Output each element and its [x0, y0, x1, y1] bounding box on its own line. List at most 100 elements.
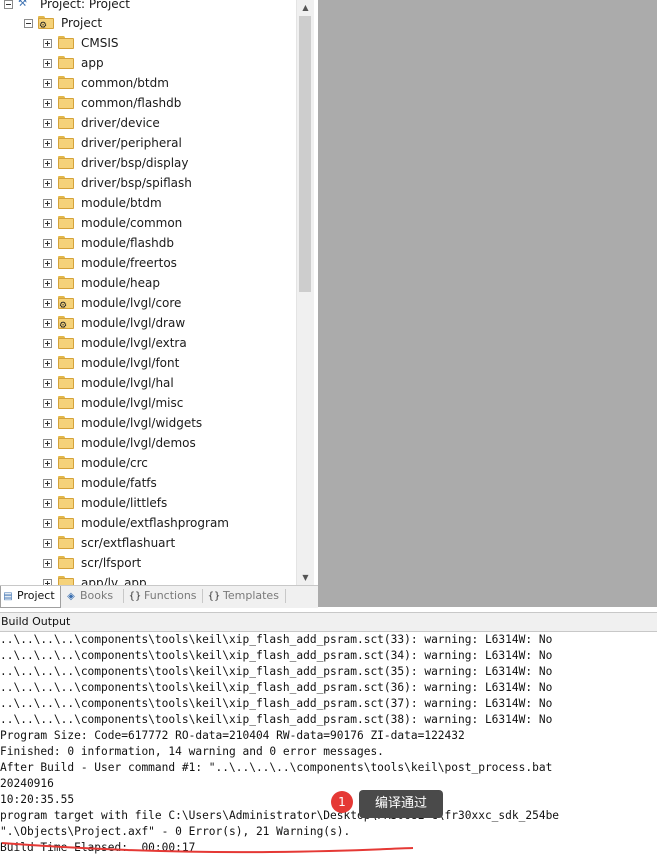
expand-plus-icon[interactable]: [43, 319, 52, 328]
tree-group-label: module/lvgl/font: [81, 356, 180, 370]
expand-plus-icon[interactable]: [43, 459, 52, 468]
tree-group-label: module/heap: [81, 276, 160, 290]
expand-plus-icon[interactable]: [43, 519, 52, 528]
build-output-line: ..\..\..\..\components\tools\keil\xip_fl…: [0, 633, 553, 646]
folder-icon: [58, 416, 74, 429]
tree-group-label: module/lvgl/widgets: [81, 416, 203, 430]
expand-plus-icon[interactable]: [43, 559, 52, 568]
tree-group-label: app: [81, 56, 104, 70]
project-tree[interactable]: ⚒ Project: Project ⚙ Project CMSIS app com…: [0, 0, 296, 585]
expand-plus-icon[interactable]: [43, 279, 52, 288]
expand-plus-icon[interactable]: [43, 499, 52, 508]
project-bottom-tabs: ▤ Project ◈ Books {} Functions {} Templates: [0, 585, 318, 608]
tree-group-label: driver/device: [81, 116, 160, 130]
folder-icon: [58, 536, 74, 549]
expand-plus-icon[interactable]: [43, 419, 52, 428]
templates-icon: {}: [207, 591, 221, 602]
folder-icon: [58, 276, 74, 289]
tree-group-label: module/freertos: [81, 256, 177, 270]
folder-icon: [58, 376, 74, 389]
folder-icon: [58, 516, 74, 529]
build-output-line: 20240916: [0, 777, 54, 790]
build-output-line: ..\..\..\..\components\tools\keil\xip_fl…: [0, 681, 553, 694]
build-output-line: 10:20:35.55: [0, 793, 75, 806]
tree-group-label: module/common: [81, 216, 183, 230]
expand-plus-icon[interactable]: [43, 39, 52, 48]
tab-templates[interactable]: {} Templates: [207, 586, 283, 606]
project-tab-icon: ▤: [3, 591, 13, 602]
tab-books-label: Books: [80, 589, 114, 602]
project-target-label: Project: [61, 16, 103, 30]
expand-plus-icon[interactable]: [43, 79, 52, 88]
expand-plus-icon[interactable]: [43, 119, 52, 128]
tab-functions-label: Functions: [144, 589, 197, 602]
red-underline-annotation: [1, 842, 414, 854]
expand-plus-icon[interactable]: [43, 539, 52, 548]
folder-icon: [58, 456, 74, 469]
tree-group-label: CMSIS: [81, 36, 119, 50]
tree-scrollbar[interactable]: ▲ ▼: [296, 0, 314, 585]
folder-icon: [58, 436, 74, 449]
expand-plus-icon[interactable]: [43, 379, 52, 388]
expand-plus-icon[interactable]: [43, 359, 52, 368]
scrollbar-thumb[interactable]: [299, 16, 311, 292]
folder-icon: [58, 156, 74, 169]
folder-icon: [58, 56, 74, 69]
folder-icon: [58, 556, 74, 569]
build-output-window[interactable]: ..\..\..\..\components\tools\keil\xip_fl…: [0, 631, 657, 868]
expand-plus-icon[interactable]: [43, 59, 52, 68]
tree-group-label: module/extflashprogram: [81, 516, 229, 530]
folder-icon: ⚙: [58, 296, 74, 311]
folder-icon: [58, 216, 74, 229]
tab-functions[interactable]: {} Functions: [128, 586, 200, 606]
expand-plus-icon[interactable]: [43, 199, 52, 208]
project-root-icon: ⚒: [18, 0, 27, 9]
collapse-icon[interactable]: [24, 19, 33, 28]
tree-group-label: module/fatfs: [81, 476, 157, 490]
folder-icon: [58, 76, 74, 89]
tree-group-label: module/btdm: [81, 196, 162, 210]
expand-plus-icon[interactable]: [43, 299, 52, 308]
build-output-line: After Build - User command #1: "..\..\..…: [0, 761, 553, 774]
tree-group-label: driver/bsp/display: [81, 156, 189, 170]
expand-plus-icon[interactable]: [43, 399, 52, 408]
collapse-icon[interactable]: [4, 0, 13, 9]
scroll-up-arrow-icon[interactable]: ▲: [298, 0, 313, 15]
tab-separator: [123, 589, 124, 603]
expand-plus-icon[interactable]: [43, 219, 52, 228]
tab-project[interactable]: ▤ Project: [0, 586, 61, 608]
folder-icon: ⚙: [58, 316, 74, 331]
tree-group-label: common/flashdb: [81, 96, 182, 110]
expand-plus-icon[interactable]: [43, 259, 52, 268]
expand-plus-icon[interactable]: [43, 159, 52, 168]
build-output-line: ..\..\..\..\components\tools\keil\xip_fl…: [0, 665, 553, 678]
editor-area[interactable]: [318, 0, 657, 607]
folder-icon: [58, 576, 74, 585]
expand-plus-icon[interactable]: [43, 139, 52, 148]
tab-separator: [202, 589, 203, 603]
scroll-down-arrow-icon[interactable]: ▼: [298, 570, 313, 585]
expand-plus-icon[interactable]: [43, 479, 52, 488]
expand-plus-icon[interactable]: [43, 179, 52, 188]
folder-icon: [58, 356, 74, 369]
expand-plus-icon[interactable]: [43, 239, 52, 248]
folder-icon: [58, 396, 74, 409]
build-output-line: Finished: 0 information, 14 warning and …: [0, 745, 384, 758]
tree-group-label: common/btdm: [81, 76, 169, 90]
annotation-badge: 1: [331, 791, 353, 813]
folder-icon: [58, 176, 74, 189]
tab-separator: [285, 589, 286, 603]
tree-group-label: scr/extflashuart: [81, 536, 176, 550]
folder-icon: [58, 236, 74, 249]
build-output-line: ".\Objects\Project.axf" - 0 Error(s), 21…: [0, 825, 351, 838]
expand-plus-icon[interactable]: [43, 339, 52, 348]
tab-books[interactable]: ◈ Books: [64, 586, 122, 606]
expand-plus-icon[interactable]: [43, 439, 52, 448]
target-folder-icon: ⚙: [38, 16, 54, 31]
folder-icon: [58, 336, 74, 349]
folder-icon: [58, 256, 74, 269]
functions-icon: {}: [128, 591, 142, 602]
expand-plus-icon[interactable]: [43, 99, 52, 108]
tree-group-label: module/lvgl/extra: [81, 336, 187, 350]
folder-icon: [58, 96, 74, 109]
